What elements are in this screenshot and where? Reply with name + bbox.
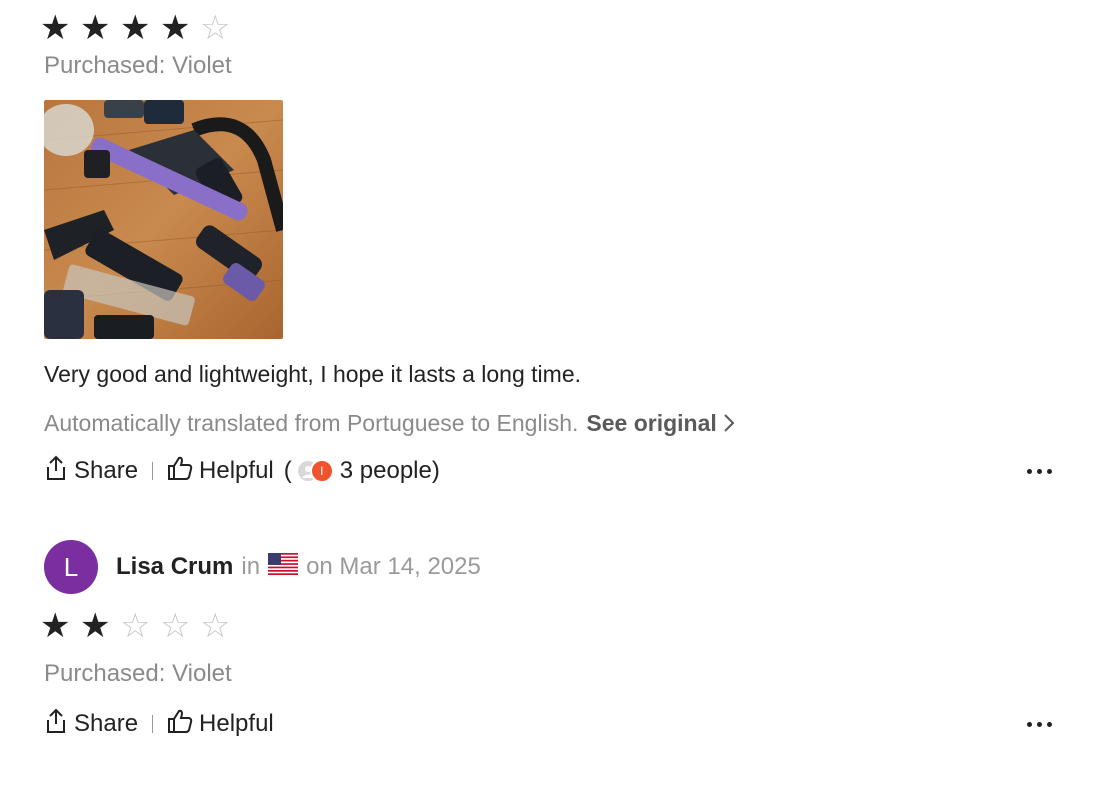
review-text: Very good and lightweight, I hope it las…	[44, 361, 581, 387]
review-actions: Share Helpful	[44, 704, 1054, 744]
thumbs-up-icon	[167, 708, 199, 741]
more-options-button[interactable]	[1024, 451, 1054, 491]
see-original-label: See original	[586, 410, 717, 436]
chevron-right-icon	[723, 413, 735, 433]
mini-avatar: I	[309, 459, 334, 483]
star-empty-icon: ☆	[200, 607, 231, 645]
action-divider	[152, 462, 154, 480]
in-label: in	[241, 553, 261, 580]
share-button[interactable]: Share	[44, 455, 138, 488]
star-filled-icon: ★	[80, 9, 111, 47]
star-filled-icon: ★	[80, 607, 111, 645]
star-empty-icon: ☆	[160, 607, 191, 645]
review-photo-image	[44, 100, 283, 339]
translation-note: Automatically translated from Portuguese…	[44, 407, 1054, 439]
purchased-variant: Purchased: Violet	[44, 660, 232, 687]
helpful-paren-open: (	[283, 457, 292, 484]
review-photo[interactable]	[44, 100, 283, 339]
review-actions: Share Helpful ( I 3 people )	[44, 451, 1054, 491]
action-divider	[152, 715, 154, 733]
review-card-1: ★ ★ ★ ★ ☆ Purchased: Violet Very good an…	[40, 0, 1054, 491]
helpful-label: Helpful	[199, 457, 274, 484]
share-label: Share	[74, 457, 139, 484]
helpful-button[interactable]: Helpful	[167, 708, 274, 741]
review-date: on Mar 14, 2025	[306, 553, 481, 580]
more-options-button[interactable]	[1024, 704, 1054, 744]
reviewer-name[interactable]: Lisa Crum	[116, 553, 233, 581]
share-icon	[44, 708, 74, 741]
helpful-button[interactable]: Helpful	[167, 455, 274, 488]
star-filled-icon: ★	[160, 9, 191, 47]
helpful-label: Helpful	[199, 710, 274, 737]
helpful-avatars: I	[295, 459, 334, 483]
share-button[interactable]: Share	[44, 708, 138, 741]
star-empty-icon: ☆	[200, 9, 231, 47]
helpful-paren-close: )	[431, 457, 440, 484]
see-original-link[interactable]: See original	[586, 407, 735, 439]
helpful-count: 3 people	[339, 457, 432, 484]
star-empty-icon: ☆	[120, 607, 151, 645]
rating-stars: ★ ★ ☆ ☆ ☆	[40, 606, 1054, 646]
star-filled-icon: ★	[40, 607, 71, 645]
reviewer-info: L Lisa Crum in on Mar 14, 2025	[44, 540, 1054, 594]
avatar[interactable]: L	[44, 540, 98, 594]
reviewer-meta: in on Mar 14, 2025	[241, 552, 481, 582]
star-filled-icon: ★	[40, 9, 71, 47]
translation-text: Automatically translated from Portuguese…	[44, 410, 579, 436]
helpful-people: ( I 3 people )	[284, 457, 440, 485]
purchased-variant: Purchased: Violet	[44, 52, 232, 79]
review-card-2: L Lisa Crum in on Mar 14, 2025 ★ ★ ☆ ☆ ☆…	[40, 540, 1054, 744]
share-icon	[44, 455, 74, 488]
us-flag-icon	[268, 552, 299, 582]
share-label: Share	[74, 710, 139, 737]
rating-stars: ★ ★ ★ ★ ☆	[40, 8, 1054, 48]
thumbs-up-icon	[167, 455, 199, 488]
star-filled-icon: ★	[120, 9, 151, 47]
